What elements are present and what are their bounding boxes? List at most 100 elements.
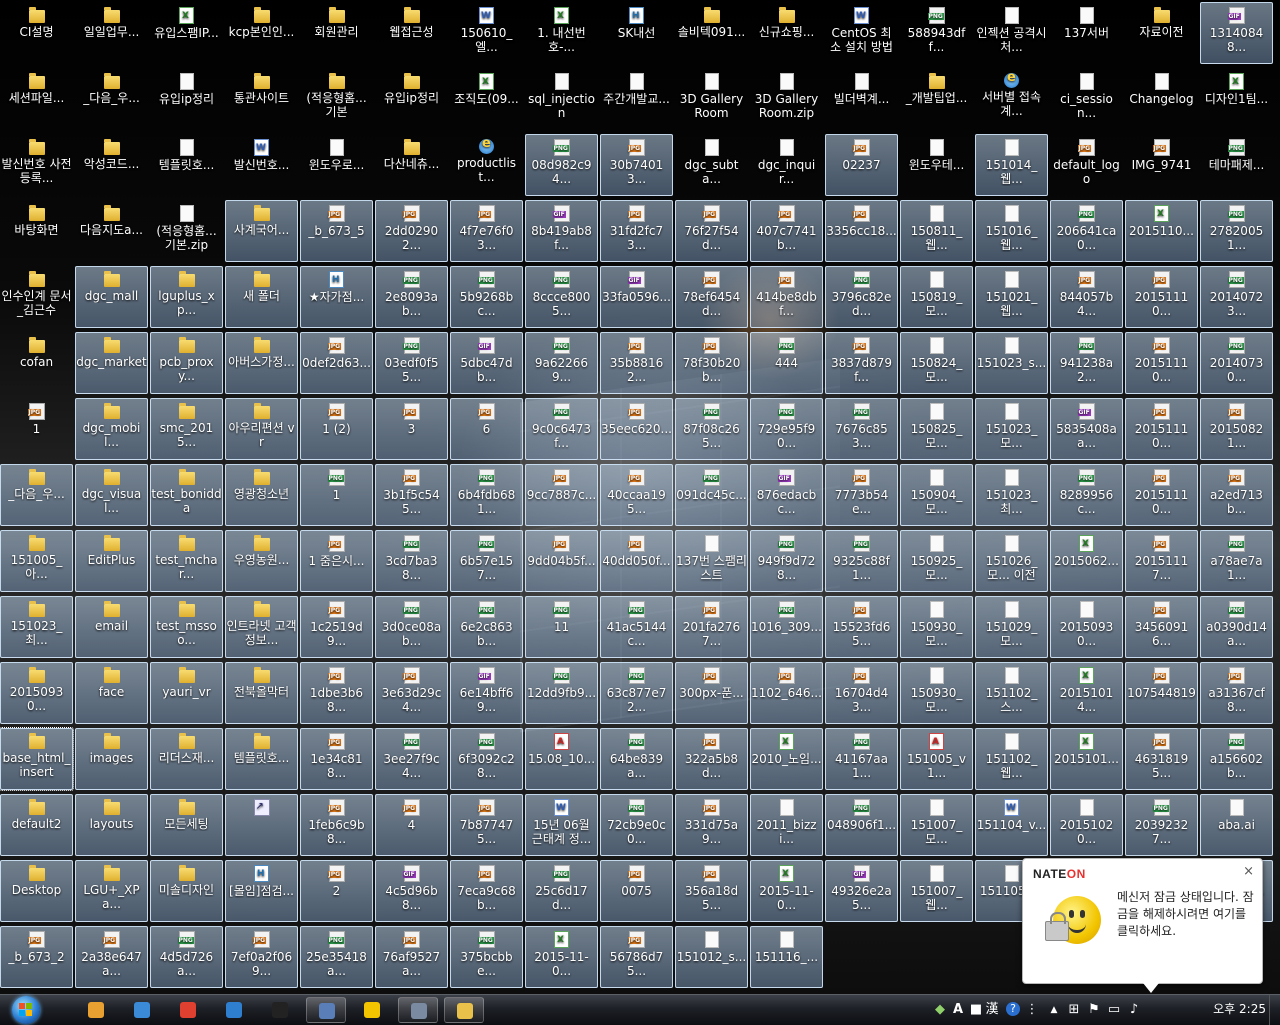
desktop-icon[interactable]: JPG 3 <box>375 398 448 460</box>
desktop-icon[interactable]: PNG 87f08c265... <box>675 398 748 460</box>
desktop-icon[interactable]: JPG IMG_9741 <box>1125 134 1198 196</box>
desktop-icon[interactable]: JPG 78ef6454d... <box>675 266 748 328</box>
desktop-icon[interactable]: PNG 6b57e157... <box>450 530 523 592</box>
desktop-icon[interactable]: _다음_우... <box>0 464 73 526</box>
desktop-icon[interactable]: 다음지도a... <box>75 200 148 262</box>
desktop-icon[interactable]: 15년 06월 근태계 정... <box>525 794 598 856</box>
desktop-icon[interactable]: dgc_market <box>75 332 148 394</box>
desktop-icon[interactable]: 137서버 <box>1050 2 1123 64</box>
desktop-icon[interactable]: 20150930... <box>1050 596 1123 658</box>
desktop-icon[interactable]: 3D Gallery Room <box>675 68 748 130</box>
desktop-icon[interactable]: default2 <box>0 794 73 856</box>
desktop-icon[interactable]: PNG 6e2c863b... <box>450 596 523 658</box>
desktop-icon[interactable]: (적응형홈... 기본.zip <box>150 200 223 262</box>
desktop-icon[interactable]: face <box>75 662 148 724</box>
desktop-icon[interactable]: PNG 1 <box>300 464 373 526</box>
desktop-icon[interactable]: JPG 1feb6c9b8... <box>300 794 373 856</box>
ime-options-icon[interactable]: ⋮ <box>1024 1002 1040 1018</box>
desktop-icon[interactable]: JPG 20150821... <box>1200 398 1273 460</box>
desktop-icon[interactable]: 151023_모... <box>975 398 1048 460</box>
desktop-icon[interactable]: 150819_모... <box>900 266 973 328</box>
desktop-icon[interactable]: 1. 내선번호-... <box>525 2 598 64</box>
desktop-icon[interactable]: productlist... <box>450 134 523 196</box>
desktop-icon[interactable]: _다음_우... <box>75 68 148 130</box>
desktop-icon[interactable]: JPG 02237 <box>825 134 898 196</box>
desktop-icon[interactable]: 조직도(09... <box>450 68 523 130</box>
desktop-icon[interactable]: JPG 9dd04b5f... <box>525 530 598 592</box>
desktop-icon[interactable]: JPG 407c7741b... <box>750 200 823 262</box>
desktop-icon[interactable]: 발신번호 사전등록... <box>0 134 73 196</box>
desktop-icon[interactable]: 151023_최... <box>975 464 1048 526</box>
desktop-icon[interactable]: JPG 7ef0a2f069... <box>225 926 298 988</box>
desktop-icon[interactable]: JPG 1102_646... <box>750 662 823 724</box>
desktop-icon[interactable]: JPG 15523fd65... <box>825 596 898 658</box>
desktop-icon[interactable]: JPG default_logo <box>1050 134 1123 196</box>
desktop-icon[interactable]: 151016_웹... <box>975 200 1048 262</box>
desktop-icon[interactable]: test_bonidda <box>150 464 223 526</box>
desktop-icon[interactable]: dgc_inquir... <box>750 134 823 196</box>
desktop-icon[interactable]: JPG 322a5b8d... <box>675 728 748 790</box>
desktop-icon[interactable]: LGU+_XPa... <box>75 860 148 922</box>
desktop-icon[interactable]: JPG 78f30b20b... <box>675 332 748 394</box>
desktop-icon[interactable]: JPG 6 <box>450 398 523 460</box>
desktop-icon[interactable]: kcp본인인... <box>225 2 298 64</box>
desktop-icon[interactable]: PNG 206641ca0... <box>1050 200 1123 262</box>
desktop-icon[interactable]: 발신번호... <box>225 134 298 196</box>
desktop-icon[interactable]: JPG 1dbe3b68... <box>300 662 373 724</box>
desktop-icon[interactable]: 인수인계 문서_김근수 <box>0 266 73 328</box>
desktop-icon[interactable]: JPG 1 (2) <box>300 398 373 460</box>
desktop-icon[interactable]: 웹접근성 <box>375 2 448 64</box>
desktop-icon[interactable]: 신규쇼핑... <box>750 2 823 64</box>
desktop-icon[interactable]: JPG 40dd050f... <box>600 530 673 592</box>
desktop-icon[interactable]: 151023_s... <box>975 332 1048 394</box>
nateon-message[interactable]: 메신저 잠금 상태입니다. 잠금을 해제하시려면 여기를 클릭하세요. <box>1117 889 1257 940</box>
desktop-icon[interactable]: images <box>75 728 148 790</box>
show-hidden-icons-arrow[interactable]: ▲ <box>1046 1002 1062 1018</box>
desktop-icon[interactable]: PNG 12dd9fb9... <box>525 662 598 724</box>
desktop-icon[interactable]: 템플릿호... <box>150 134 223 196</box>
desktop-icon[interactable]: JPG 3b1f5c545... <box>375 464 448 526</box>
desktop-icon[interactable]: 우영농원... <box>225 530 298 592</box>
desktop-icon[interactable]: PNG 4d5d726a... <box>150 926 223 988</box>
desktop-icon[interactable]: JPG 7eca9c68b... <box>450 860 523 922</box>
desktop-icon[interactable]: JPG 107544819 <box>1125 662 1198 724</box>
desktop-icon[interactable]: PNG 27820051... <box>1200 200 1273 262</box>
desktop-icon[interactable]: [몰임]점검... <box>225 860 298 922</box>
desktop-icon[interactable]: base_html_insert <box>0 727 74 791</box>
desktop-icon[interactable]: layouts <box>75 794 148 856</box>
desktop-icon[interactable]: PNG 03edf0f55... <box>375 332 448 394</box>
desktop-icon[interactable]: 150930_모... <box>900 662 973 724</box>
desktop-icon[interactable]: 세션파일... <box>0 68 73 130</box>
desktop-icon[interactable]: JPG 34560916... <box>1125 596 1198 658</box>
taskbar-button[interactable] <box>214 997 254 1023</box>
desktop-icon[interactable]: sql_injection <box>525 68 598 130</box>
desktop-icon[interactable]: PNG 6f3092c28... <box>450 728 523 790</box>
desktop-icon[interactable]: 유입ip정리 <box>375 68 448 130</box>
desktop-icon[interactable]: dgc_subta... <box>675 134 748 196</box>
desktop-icon[interactable]: JPG 56786d75... <box>600 926 673 988</box>
desktop-icon[interactable]: 137번 스팸리스트 <box>675 530 748 592</box>
desktop-icon[interactable]: 바탕화면 <box>0 200 73 262</box>
desktop-icon[interactable]: dgc_mall <box>75 266 148 328</box>
taskbar-button[interactable] <box>444 997 484 1023</box>
desktop-icon[interactable]: 유입스팸IP... <box>150 2 223 64</box>
desktop-icon[interactable]: dgc_visual... <box>75 464 148 526</box>
desktop-icon[interactable]: aba.ai <box>1200 794 1273 856</box>
desktop-icon[interactable]: JPG 331d75a9... <box>675 794 748 856</box>
desktop-icon[interactable]: JPG _b_673_2 <box>0 926 73 988</box>
desktop-icon[interactable]: PNG 20140730... <box>1200 332 1273 394</box>
desktop-icon[interactable]: 악성코드... <box>75 134 148 196</box>
windows-tray-icon[interactable]: ⊞ <box>1066 1002 1082 1018</box>
desktop-icon[interactable]: 151104_v... <box>975 794 1048 856</box>
desktop-icon[interactable]: 미솔디자인 <box>150 860 223 922</box>
desktop-icon[interactable]: PNG 3796c82ed... <box>825 266 898 328</box>
desktop-icon[interactable]: 150825_모... <box>900 398 973 460</box>
desktop-icon[interactable]: 영광청소년 <box>225 464 298 526</box>
desktop-icon[interactable]: 151012_s... <box>675 926 748 988</box>
desktop-icon[interactable]: 150811_웹... <box>900 200 973 262</box>
desktop-icon[interactable]: test_mchar... <box>150 530 223 592</box>
desktop-icon[interactable]: PNG 1016_309... <box>750 596 823 658</box>
desktop[interactable]: CI설명 일일업무... 유입스팸IP... kcp본인인... 회원관리 웹접근성 150… <box>0 0 1280 994</box>
desktop-icon[interactable]: JPG 40ccaa195... <box>600 464 673 526</box>
ime-square-icon[interactable]: ■ <box>968 1002 984 1018</box>
